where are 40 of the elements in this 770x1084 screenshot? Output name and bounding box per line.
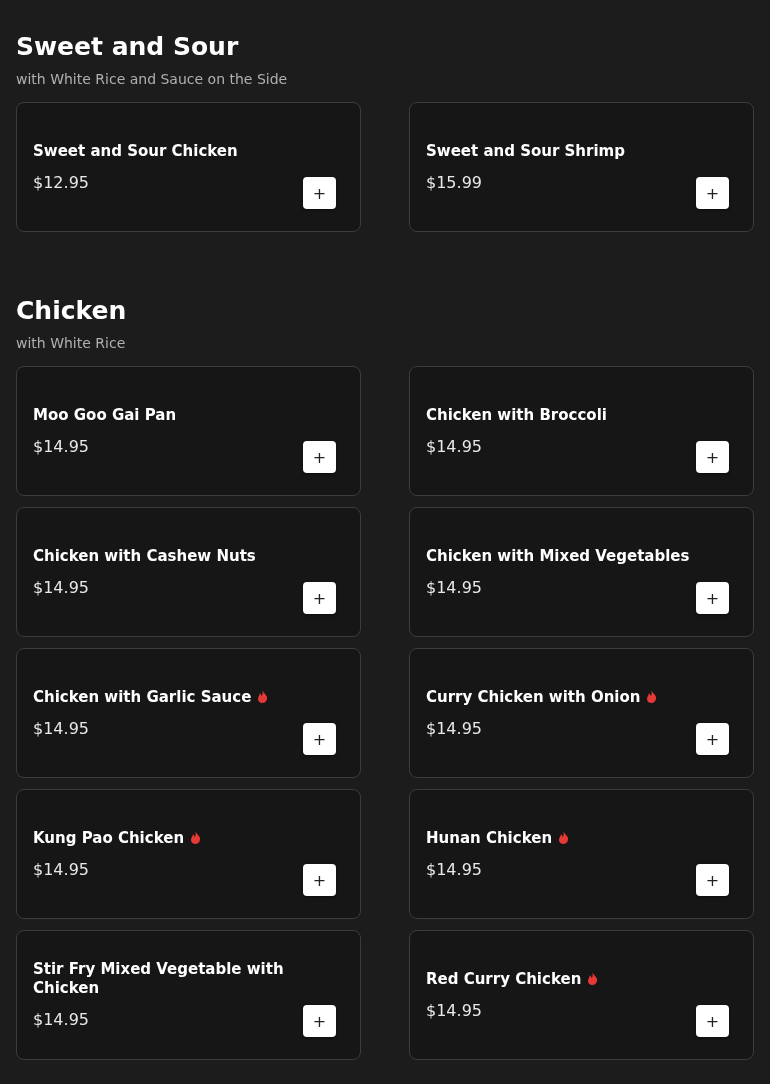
dish-name: Moo Goo Gai Pan xyxy=(33,405,177,425)
dish-name: Kung Pao Chicken xyxy=(33,828,202,848)
dish-price: $14.95 xyxy=(426,1000,483,1021)
add-button[interactable]: + xyxy=(696,177,729,209)
dish-name: Stir Fry Mixed Vegetable with Chicken xyxy=(33,960,285,998)
dish-price: $12.95 xyxy=(33,172,90,193)
add-button[interactable]: + xyxy=(696,441,729,473)
dish-price: $14.95 xyxy=(33,859,90,880)
section-subtitle: with White Rice xyxy=(16,334,127,352)
add-button[interactable]: + xyxy=(303,582,336,614)
dish-price: $14.95 xyxy=(426,859,483,880)
dish-price: $14.95 xyxy=(33,718,90,739)
add-button[interactable]: + xyxy=(303,864,336,896)
dish-name: Sweet and Sour Chicken xyxy=(33,141,238,161)
dish-price: $14.95 xyxy=(426,436,483,457)
dish-name: Hunan Chicken xyxy=(426,828,570,848)
add-button[interactable]: + xyxy=(696,582,729,614)
dish-price: $14.95 xyxy=(33,1010,90,1030)
dish-price: $14.95 xyxy=(33,577,90,598)
dish-name: Curry Chicken with Onion xyxy=(426,687,658,707)
dish-name: Chicken with Cashew Nuts xyxy=(33,546,256,566)
add-button[interactable]: + xyxy=(303,723,336,755)
dish-price: $14.95 xyxy=(426,718,483,739)
add-button[interactable]: + xyxy=(696,864,729,896)
dish-price: $15.99 xyxy=(426,172,483,193)
add-button[interactable]: + xyxy=(696,1005,729,1037)
dish-name: Chicken with Broccoli xyxy=(426,405,607,425)
dish-name: Red Curry Chicken xyxy=(426,969,599,989)
dish-price: $14.95 xyxy=(426,577,483,598)
add-button[interactable]: + xyxy=(303,1005,336,1037)
add-button[interactable]: + xyxy=(303,441,336,473)
section-title: Sweet and Sour xyxy=(16,31,240,63)
dish-name: Sweet and Sour Shrimp xyxy=(426,141,625,161)
add-button[interactable]: + xyxy=(696,723,729,755)
dish-price: $14.95 xyxy=(33,436,90,457)
dish-name: Chicken with Garlic Sauce xyxy=(33,687,269,707)
add-button[interactable]: + xyxy=(303,177,336,209)
section-subtitle: with White Rice and Sauce on the Side xyxy=(16,70,289,88)
section-title: Chicken xyxy=(16,295,128,327)
dish-name: Chicken with Mixed Vegetables xyxy=(426,546,690,566)
